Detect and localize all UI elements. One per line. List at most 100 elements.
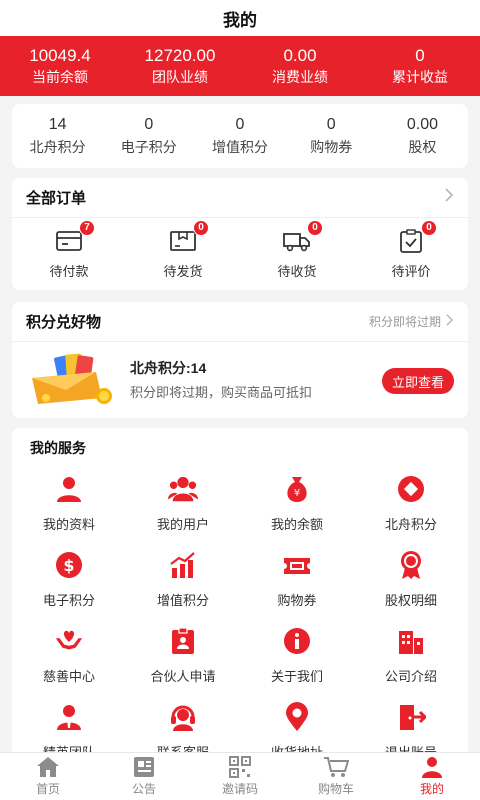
service-equity-details[interactable]: 股权明细	[354, 550, 468, 626]
order-badge: 7	[79, 219, 95, 236]
users-icon	[168, 474, 198, 504]
service-label: 股权明细	[384, 593, 437, 608]
orders-title: 全部订单	[26, 190, 87, 207]
stat-consumption-performance[interactable]: 0.00 消费业绩	[240, 36, 360, 96]
service-label: 我的用户	[156, 517, 209, 532]
exchange-title: 积分兑好物	[26, 314, 102, 331]
stat-value: 10049.4	[29, 46, 91, 65]
logout-icon	[396, 702, 426, 732]
service-label: 关于我们	[270, 669, 323, 684]
service-beizhou-points[interactable]: 北舟积分	[354, 474, 468, 550]
stat-value: 12720.00	[144, 46, 216, 65]
all-orders-link[interactable]: 全部订单	[12, 178, 468, 218]
notice-icon	[131, 756, 157, 778]
stat-team-performance[interactable]: 12720.00 团队业绩	[120, 36, 240, 96]
order-pending-shipment[interactable]: 0 待发货	[126, 218, 240, 290]
service-shopping-voucher[interactable]: 购物券	[240, 550, 354, 626]
home-icon	[35, 756, 61, 778]
service-label: 北舟积分	[384, 517, 437, 532]
gift-illustration	[26, 350, 116, 410]
order-pending-review[interactable]: 0 待评价	[354, 218, 468, 290]
service-company-intro[interactable]: 公司介绍	[354, 626, 468, 702]
ticket-icon	[282, 550, 312, 580]
point-label: 股权	[408, 139, 437, 155]
service-label: 购物券	[277, 593, 317, 608]
exchange-item-desc: 积分即将过期，购买商品可抵扣	[130, 385, 313, 400]
point-value: 0	[326, 116, 336, 133]
service-my-profile[interactable]: 我的资料	[12, 474, 126, 550]
order-label: 待发货	[163, 263, 203, 279]
stat-label: 累计收益	[392, 69, 448, 85]
svg-text:¥: ¥	[294, 488, 300, 499]
exchange-header: 积分兑好物 积分即将过期	[12, 302, 468, 342]
svg-text:$: $	[63, 556, 74, 575]
view-now-button[interactable]: 立即查看	[382, 368, 454, 394]
point-electronic[interactable]: 0 电子积分	[103, 104, 194, 168]
services-card: 我的服务 我的资料 我的用户 ¥ 我的余额 北舟积分 $ 电子积分 增值积分 购…	[12, 428, 468, 760]
stat-value: 0	[415, 46, 425, 65]
money-bag-icon: ¥	[282, 474, 312, 504]
qrcode-icon	[227, 756, 253, 778]
tab-label: 我的	[419, 782, 444, 796]
growth-chart-icon	[168, 550, 198, 580]
tab-mine[interactable]: 我的	[384, 753, 480, 800]
orders-card: 全部订单 7 待付款 0 待发货 0 待收货 0 待评价	[12, 178, 468, 290]
order-pending-payment[interactable]: 7 待付款	[12, 218, 126, 290]
heart-hands-icon	[54, 626, 84, 656]
point-beizhou[interactable]: 14 北舟积分	[12, 104, 103, 168]
point-label: 购物券	[310, 139, 353, 155]
service-value-added-points[interactable]: 增值积分	[126, 550, 240, 626]
stat-total-earnings[interactable]: 0 累计收益	[360, 36, 480, 96]
services-title: 我的服务	[30, 440, 86, 456]
order-pending-receipt[interactable]: 0 待收货	[240, 218, 354, 290]
tab-home[interactable]: 首页	[0, 753, 96, 800]
order-badge: 0	[421, 219, 437, 236]
tab-invite-code[interactable]: 邀请码	[192, 753, 288, 800]
order-badge: 0	[307, 219, 323, 236]
point-value: 14	[48, 116, 67, 133]
service-partner-application[interactable]: 合伙人申请	[126, 626, 240, 702]
tab-label: 首页	[35, 782, 60, 796]
service-label: 公司介绍	[384, 669, 437, 684]
point-value: 0.00	[406, 116, 438, 133]
service-my-balance[interactable]: ¥ 我的余额	[240, 474, 354, 550]
diamond-icon	[396, 474, 426, 504]
chevron-right-icon	[444, 188, 454, 207]
point-value: 0	[144, 116, 154, 133]
wallet-icon: 7	[55, 219, 95, 253]
point-label: 增值积分	[212, 139, 268, 155]
order-badge: 0	[193, 219, 209, 236]
point-equity[interactable]: 0.00 股权	[377, 104, 468, 168]
cart-icon	[323, 756, 349, 778]
service-my-users[interactable]: 我的用户	[126, 474, 240, 550]
stat-value: 0.00	[283, 46, 317, 65]
point-shopping-voucher[interactable]: 0 购物券	[286, 104, 377, 168]
stat-label: 当前余额	[32, 69, 88, 85]
tab-notice[interactable]: 公告	[96, 753, 192, 800]
building-icon	[396, 626, 426, 656]
elite-icon	[54, 702, 84, 732]
tab-cart[interactable]: 购物车	[288, 753, 384, 800]
service-label: 慈善中心	[42, 669, 95, 684]
expiring-points-link[interactable]: 积分即将过期	[369, 313, 454, 331]
headset-icon	[168, 702, 198, 732]
stat-label: 消费业绩	[272, 69, 328, 85]
package-icon: 0	[169, 219, 209, 253]
service-electronic-points[interactable]: $ 电子积分	[12, 550, 126, 626]
exchange-hint: 积分即将过期	[368, 315, 441, 329]
service-label: 我的资料	[42, 517, 95, 532]
points-exchange-card: 积分兑好物 积分即将过期 北舟积分:14 积分即将过期，购买商品可抵扣 立即查看	[12, 302, 468, 418]
point-label: 电子积分	[120, 139, 177, 155]
stat-current-balance[interactable]: 10049.4 当前余额	[0, 36, 120, 96]
medal-icon	[396, 550, 426, 580]
service-label: 电子积分	[42, 593, 95, 608]
bottom-tab-bar: 首页 公告 邀请码 购物车 我的	[0, 752, 480, 800]
service-charity-center[interactable]: 慈善中心	[12, 626, 126, 702]
service-label: 我的余额	[270, 517, 323, 532]
point-value-added[interactable]: 0 增值积分	[194, 104, 285, 168]
order-label: 待收货	[277, 263, 317, 279]
service-about-us[interactable]: 关于我们	[240, 626, 354, 702]
service-label: 合伙人申请	[150, 669, 216, 684]
order-label: 待付款	[49, 263, 89, 279]
page-title: 我的	[223, 10, 257, 30]
